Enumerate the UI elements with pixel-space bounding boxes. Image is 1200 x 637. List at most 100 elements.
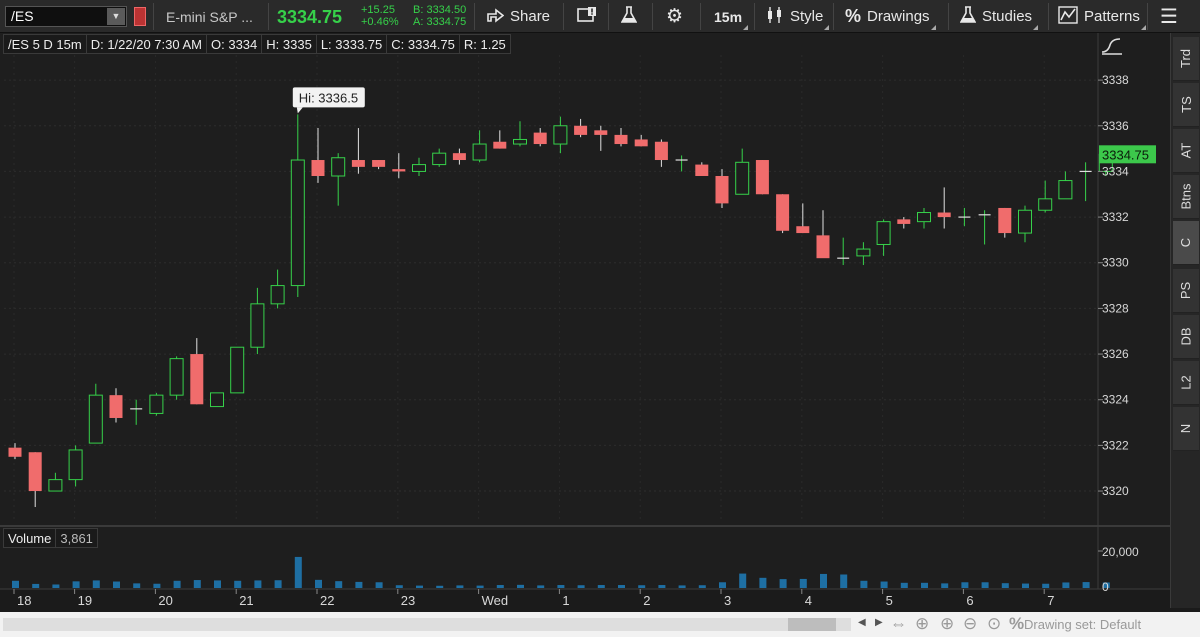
volume-bar xyxy=(315,579,322,588)
price-tick-label: 3324 xyxy=(1102,393,1129,407)
candle-body-down xyxy=(351,160,365,167)
volume-bar xyxy=(557,585,565,588)
volume-bar xyxy=(840,574,848,588)
drawing-set-label: Drawing set: Default xyxy=(1024,617,1142,632)
scroll-right-icon[interactable]: ▶ xyxy=(875,617,883,628)
time-tick-label: 22 xyxy=(320,593,334,608)
chart-area[interactable]: 3338 3336 3334 3332 3330 3328 3326 3324 3322 3320… xyxy=(0,33,1170,608)
volume-bar xyxy=(941,583,949,588)
volume-bar xyxy=(981,582,989,588)
candle-body-up xyxy=(553,125,568,145)
zoom-in-icon[interactable]: ⊕ xyxy=(940,614,954,634)
corner-dropdown-icon xyxy=(824,25,830,30)
share-button[interactable]: Share xyxy=(486,0,550,33)
alert-button[interactable] xyxy=(577,0,603,33)
drawing-tool-icon[interactable] xyxy=(1100,37,1124,55)
side-tab-label: Btns xyxy=(1178,183,1194,210)
volume-bar xyxy=(355,581,363,588)
price-tick-label: 3338 xyxy=(1102,73,1129,87)
side-tab-db[interactable]: DB xyxy=(1173,315,1199,359)
volume-bar xyxy=(900,582,908,588)
change-percent: +0.46% xyxy=(361,16,399,28)
style-button[interactable]: Style xyxy=(766,0,830,33)
side-tab-btns[interactable]: Btns xyxy=(1173,175,1199,219)
settings-button[interactable]: ⚙ xyxy=(666,0,689,33)
price-chart[interactable]: 3338 3336 3334 3332 3330 3328 3326 3324 3322 3320… xyxy=(0,33,1170,608)
side-tabs: Trd TS AT Btns C PS DB L2 N xyxy=(1170,33,1200,608)
candle-body-down xyxy=(776,194,790,231)
horizontal-scrollbar[interactable] xyxy=(3,618,851,631)
volume-bar xyxy=(719,582,726,588)
scroll-left-icon[interactable]: ◀ xyxy=(858,617,866,628)
candle-body-up xyxy=(917,212,931,223)
volume-bar xyxy=(395,585,403,588)
candles-icon xyxy=(766,6,784,28)
time-tick-label: 4 xyxy=(805,593,812,608)
volume-bar xyxy=(517,584,524,588)
side-tab-l2[interactable]: L2 xyxy=(1173,361,1199,405)
time-tick-label: 2 xyxy=(643,593,650,608)
crosshair-icon[interactable]: ⊕ xyxy=(915,614,929,634)
side-tab-ps[interactable]: PS xyxy=(1173,269,1199,313)
separator xyxy=(474,3,475,30)
volume-bar xyxy=(1082,582,1090,588)
expand-icon[interactable]: ⇔ xyxy=(890,614,907,634)
ask-price: A: 3334.75 xyxy=(413,16,467,28)
time-tick-label: 23 xyxy=(401,593,415,608)
candle-body-down xyxy=(634,139,648,147)
side-tab-trd[interactable]: Trd xyxy=(1173,37,1199,81)
side-tab-label: DB xyxy=(1178,327,1194,346)
candle-body-up xyxy=(210,392,224,408)
candle-body-down xyxy=(897,219,911,224)
percent-icon[interactable]: % xyxy=(1009,614,1024,634)
bid-ask: B: 3334.50 A: 3334.75 xyxy=(413,4,466,28)
volume-header: Volume 3,861 xyxy=(3,528,98,548)
side-tab-ts[interactable]: TS xyxy=(1173,83,1199,127)
candle-body-up xyxy=(149,394,164,414)
volume-bar xyxy=(961,582,969,588)
candle-body-down xyxy=(796,226,810,234)
timeframe-button[interactable]: 15m xyxy=(714,0,749,33)
side-tab-label: N xyxy=(1178,423,1194,434)
scrollbar-thumb[interactable] xyxy=(788,618,836,631)
price-tick-label: 3334 xyxy=(1102,164,1129,178)
share-icon xyxy=(486,7,505,27)
volume-bar xyxy=(1062,582,1070,588)
price-tick-label: 3332 xyxy=(1102,210,1129,224)
side-tab-at[interactable]: AT xyxy=(1173,129,1199,173)
candle-body-down xyxy=(311,160,325,176)
flask-button[interactable] xyxy=(620,0,643,33)
menu-button[interactable]: ☰ xyxy=(1160,0,1184,33)
patterns-button[interactable]: Patterns xyxy=(1058,0,1146,33)
separator xyxy=(1048,3,1049,30)
volume-bar xyxy=(921,582,928,588)
candle-body-up xyxy=(856,248,871,257)
price-panel-bg xyxy=(0,33,1098,525)
separator xyxy=(700,3,701,30)
drawings-button[interactable]: % Drawings xyxy=(845,0,936,33)
symbol-dropdown-icon[interactable]: ▼ xyxy=(107,8,125,25)
volume-bar xyxy=(52,584,60,588)
side-tab-c[interactable]: C xyxy=(1173,221,1199,265)
symbol-input[interactable]: /ES ▼ xyxy=(5,6,127,27)
time-tick-label: 5 xyxy=(886,593,893,608)
volume-bar xyxy=(12,580,19,588)
flask-icon xyxy=(959,5,977,28)
hamburger-menu-icon: ☰ xyxy=(1160,6,1178,28)
zoom-out-icon[interactable]: ⊖ xyxy=(963,614,977,634)
volume-bar xyxy=(335,581,343,588)
link-flag-icon[interactable] xyxy=(134,7,146,26)
price-tick-label: 3330 xyxy=(1102,256,1129,270)
side-tab-n[interactable]: N xyxy=(1173,407,1199,451)
candle-body-down xyxy=(654,141,668,161)
candle-body-down xyxy=(493,141,507,149)
candle-body-down xyxy=(372,160,386,167)
candle-body-up xyxy=(290,159,305,287)
drawings-label: Drawings xyxy=(867,8,930,25)
volume-bar xyxy=(638,585,646,588)
toolbar: /ES ▼ E-mini S&P ... 3334.75 +15.25 +0.4… xyxy=(0,0,1200,33)
studies-button[interactable]: Studies xyxy=(959,0,1039,33)
volume-bar xyxy=(597,585,605,588)
zoom-fit-icon[interactable]: ⊙ xyxy=(987,614,1001,634)
side-tab-label: L2 xyxy=(1178,375,1194,390)
